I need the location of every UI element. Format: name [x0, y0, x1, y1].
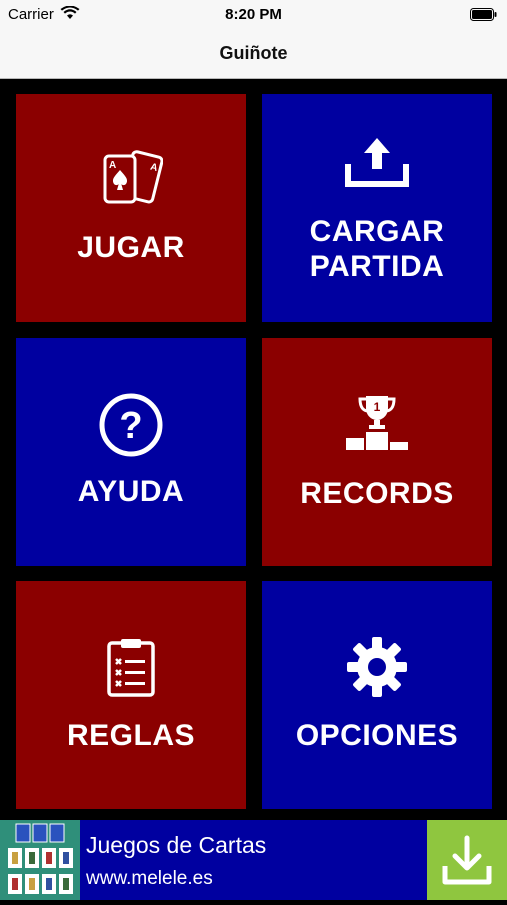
gear-icon — [262, 635, 492, 699]
page-title: Guiñote — [219, 43, 288, 63]
battery-icon — [470, 8, 497, 21]
rules-button[interactable]: REGLAS — [16, 581, 246, 809]
options-label: OPCIONES — [295, 719, 459, 752]
playing-cards-icon: A A — [16, 148, 246, 212]
status-bar: Carrier 8:20 PM — [0, 0, 507, 30]
help-circle-icon: ? — [16, 392, 246, 458]
navigation-bar: Guiñote — [0, 30, 507, 79]
ad-title: Juegos de Cartas — [86, 832, 267, 858]
play-button[interactable]: A A JUGAR — [16, 94, 246, 322]
upload-icon — [262, 136, 492, 188]
help-button[interactable]: ? AYUDA — [16, 338, 246, 566]
svg-text:?: ? — [119, 405, 142, 447]
rules-label: REGLAS — [66, 719, 195, 752]
load-game-label-line1: CARGAR — [309, 215, 445, 248]
status-time: 8:20 PM — [225, 6, 282, 23]
load-game-label: CARGAR PARTIDA — [262, 214, 492, 284]
ad-card-thumbnail — [0, 820, 80, 900]
svg-text:1: 1 — [374, 400, 381, 414]
options-button[interactable]: OPCIONES — [262, 581, 492, 809]
ad-download-button[interactable] — [427, 820, 507, 900]
clipboard-checklist-icon — [16, 637, 246, 697]
help-label: AYUDA — [77, 475, 185, 508]
records-label: RECORDS — [300, 477, 454, 510]
load-game-label-line2: PARTIDA — [309, 250, 445, 283]
ad-banner[interactable]: Juegos de Cartas www.melele.es — [0, 820, 507, 900]
download-icon — [442, 835, 492, 885]
svg-text:A: A — [109, 160, 116, 171]
trophy-podium-icon: 1 — [262, 394, 492, 452]
play-label: JUGAR — [77, 231, 185, 264]
load-game-button[interactable]: CARGAR PARTIDA — [262, 94, 492, 322]
ad-url: www.melele.es — [86, 868, 213, 889]
records-button[interactable]: 1 RECORDS — [262, 338, 492, 566]
